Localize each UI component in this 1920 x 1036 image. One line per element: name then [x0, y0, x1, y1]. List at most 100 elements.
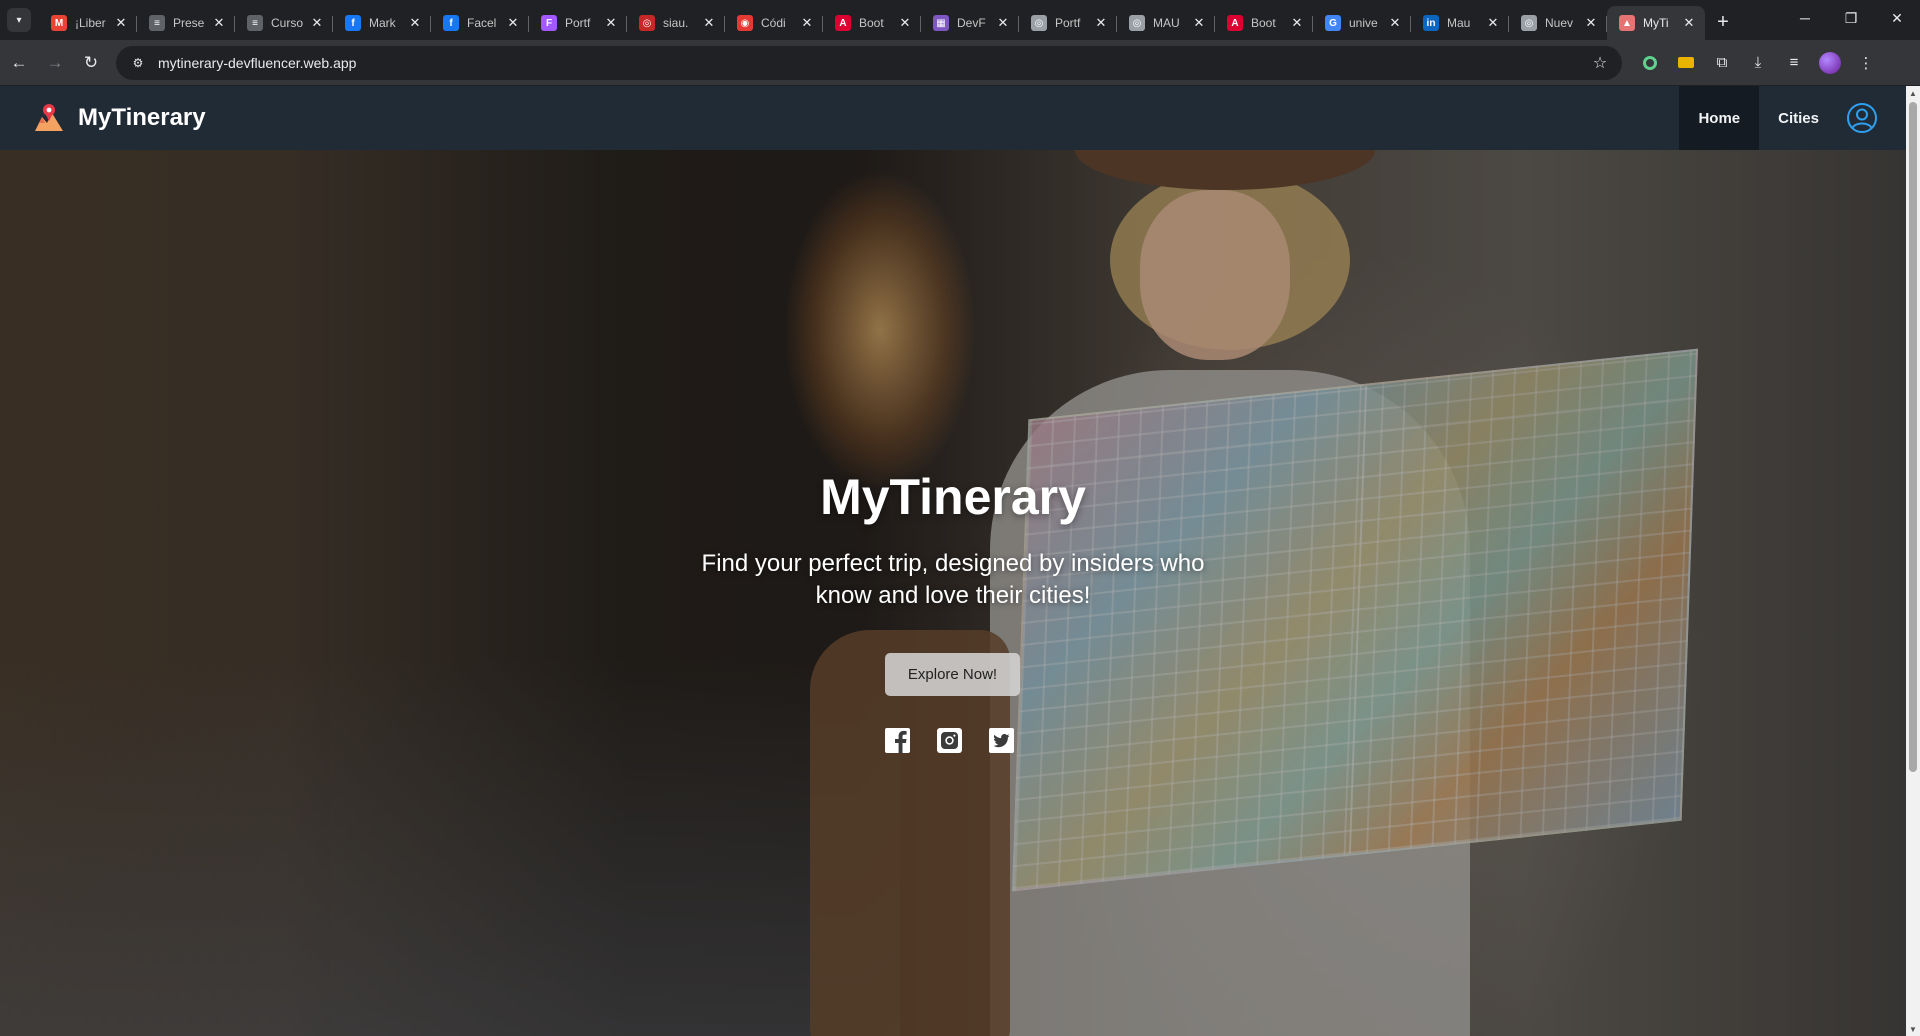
site-navbar: MyTinerary Home Cities	[0, 86, 1906, 150]
tab-close-icon[interactable]: ✕	[995, 15, 1011, 31]
browser-tab[interactable]: Gunive ✕	[1313, 6, 1411, 40]
mytinerary-logo-icon	[35, 104, 63, 131]
code-icon: ◉	[737, 15, 753, 31]
browser-tab[interactable]: ▲ MyTi ✕	[1607, 6, 1705, 40]
kebab-menu-icon[interactable]: ⋮	[1850, 47, 1882, 79]
scroll-down-arrow-icon[interactable]: ▼	[1906, 1022, 1920, 1036]
tab-close-icon[interactable]: ✕	[1093, 15, 1109, 31]
tab-close-icon[interactable]: ✕	[1583, 15, 1599, 31]
browser-tab[interactable]: f Facel ✕	[431, 6, 529, 40]
browser-tab[interactable]: F Portf ✕	[529, 6, 627, 40]
browser-tab[interactable]: ◎ Portf ✕	[1019, 6, 1117, 40]
site-info-icon[interactable]: ⚙	[126, 51, 150, 75]
green-circle-extension-icon[interactable]	[1634, 47, 1666, 79]
page-viewport: MyTinerary Home Cities MyTinerary Find y…	[0, 86, 1920, 1036]
browser-tab[interactable]: A Boot ✕	[1215, 6, 1313, 40]
address-bar[interactable]: ⚙ mytinerary-devfluencer.web.app ☆	[116, 45, 1622, 80]
tab-close-icon[interactable]: ✕	[701, 15, 717, 31]
user-account-icon[interactable]	[1846, 102, 1878, 134]
browser-tab[interactable]: A Boot ✕	[823, 6, 921, 40]
browser-toolbar: ← → ↻ ⚙ mytinerary-devfluencer.web.app ☆…	[0, 40, 1920, 86]
explore-now-button[interactable]: Explore Now!	[885, 653, 1020, 696]
tab-title: Facel	[467, 16, 497, 30]
browser-tab[interactable]: ≡ Curso ✕	[235, 6, 333, 40]
url-text[interactable]: mytinerary-devfluencer.web.app	[158, 55, 1588, 71]
tab-title: Prese	[173, 16, 205, 30]
tab-title: Boot	[1251, 16, 1276, 30]
tab-list: M ¡Liber ✕ ≡ Prese ✕ ≡ Curso ✕ f Mark ✕ f Facel ✕ F Port…	[39, 0, 1705, 40]
tab-title: Códi	[761, 16, 786, 30]
tab-close-icon[interactable]: ✕	[113, 15, 129, 31]
browser-tab[interactable]: ◉ Códi ✕	[725, 6, 823, 40]
browser-tab[interactable]: ▦ DevF ✕	[921, 6, 1019, 40]
back-button[interactable]: ←	[2, 46, 36, 80]
mytinerary-favicon: ▲	[1619, 15, 1635, 31]
facebook-icon: f	[443, 15, 459, 31]
page-scrollbar[interactable]: ▲ ▼	[1906, 86, 1920, 1036]
globe-icon: ◎	[1031, 15, 1047, 31]
tab-close-icon[interactable]: ✕	[799, 15, 815, 31]
tab-close-icon[interactable]: ✕	[407, 15, 423, 31]
twitter-icon[interactable]	[988, 727, 1015, 754]
gmail-icon: M	[51, 15, 67, 31]
hero-content: MyTinerary Find your perfect trip, desig…	[0, 150, 1906, 1036]
key-extension-icon[interactable]	[1670, 47, 1702, 79]
brand[interactable]: MyTinerary	[32, 101, 206, 135]
google-icon: G	[1325, 15, 1341, 31]
browser-tab[interactable]: ◎ MAU ✕	[1117, 6, 1215, 40]
tab-title: ¡Liber	[75, 16, 106, 30]
siau-icon: ◎	[639, 15, 655, 31]
tab-close-icon[interactable]: ✕	[1289, 15, 1305, 31]
tab-title: unive	[1349, 16, 1378, 30]
angular-icon: A	[1227, 15, 1243, 31]
docs-icon: ≡	[247, 15, 263, 31]
tab-close-icon[interactable]: ✕	[603, 15, 619, 31]
tab-close-icon[interactable]: ✕	[505, 15, 521, 31]
instagram-icon[interactable]	[936, 727, 963, 754]
nav-link-home[interactable]: Home	[1679, 86, 1760, 150]
browser-tab[interactable]: M ¡Liber ✕	[39, 6, 137, 40]
bookmark-star-icon[interactable]: ☆	[1588, 53, 1612, 73]
browser-tab[interactable]: in Mau ✕	[1411, 6, 1509, 40]
forward-button[interactable]: →	[38, 46, 72, 80]
nav-links: Home Cities	[1679, 86, 1884, 150]
browser-tab-strip: ▾ M ¡Liber ✕ ≡ Prese ✕ ≡ Curso ✕ f Mark ✕ f Facel ✕ F Po…	[0, 0, 1920, 40]
tab-close-icon[interactable]: ✕	[1485, 15, 1501, 31]
docs-icon: ≡	[149, 15, 165, 31]
reload-button[interactable]: ↻	[74, 46, 108, 80]
browser-tab[interactable]: f Mark ✕	[333, 6, 431, 40]
browser-tab[interactable]: ◎ siau. ✕	[627, 6, 725, 40]
minimize-button[interactable]: ─	[1782, 0, 1828, 36]
tab-close-icon[interactable]: ✕	[309, 15, 325, 31]
tab-close-icon[interactable]: ✕	[1191, 15, 1207, 31]
browser-tab[interactable]: ≡ Prese ✕	[137, 6, 235, 40]
restore-button[interactable]: ❐	[1828, 0, 1874, 36]
globe-icon: ◎	[1129, 15, 1145, 31]
new-tab-button[interactable]: +	[1709, 8, 1737, 36]
facebook-icon[interactable]	[884, 727, 911, 754]
tab-title: siau.	[663, 16, 689, 30]
tab-close-icon[interactable]: ✕	[1387, 15, 1403, 31]
profile-avatar[interactable]	[1814, 47, 1846, 79]
tab-title: Curso	[271, 16, 304, 30]
tab-close-icon[interactable]: ✕	[211, 15, 227, 31]
figma-icon: F	[541, 15, 557, 31]
hero-subtitle: Find your perfect trip, designed by insi…	[701, 550, 1205, 609]
media-controls-icon[interactable]: ≡	[1778, 47, 1810, 79]
scroll-up-arrow-icon[interactable]: ▲	[1906, 86, 1920, 100]
browser-tab[interactable]: ◎ Nuev ✕	[1509, 6, 1607, 40]
tab-title: DevF	[957, 16, 986, 30]
linkedin-icon: in	[1423, 15, 1439, 31]
tab-title: Portf	[1055, 16, 1081, 30]
close-window-button[interactable]: ✕	[1874, 0, 1920, 36]
nav-link-cities[interactable]: Cities	[1759, 86, 1838, 150]
tab-close-icon[interactable]: ✕	[1681, 15, 1697, 31]
tab-close-icon[interactable]: ✕	[897, 15, 913, 31]
window-controls: ─ ❐ ✕	[1782, 0, 1920, 36]
tab-search-button[interactable]: ▾	[7, 8, 31, 32]
download-icon[interactable]: ⤓	[1742, 47, 1774, 79]
devf-icon: ▦	[933, 15, 949, 31]
puzzle-extensions-icon[interactable]: ⧉	[1706, 47, 1738, 79]
scrollbar-thumb[interactable]	[1909, 102, 1917, 772]
tab-title: Nuev	[1545, 16, 1574, 30]
